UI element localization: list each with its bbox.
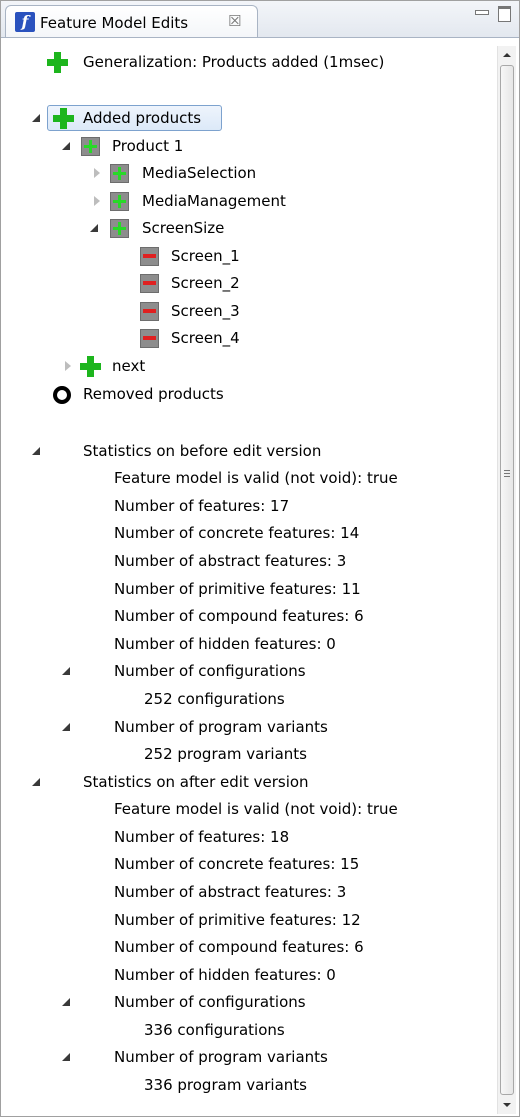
view-tab-bar: f Feature Model Edits ☒ [1, 1, 519, 38]
expanded-arrow-icon[interactable] [62, 723, 70, 731]
stat-configurations: Number of configurations [114, 993, 306, 1011]
add-icon [47, 52, 68, 73]
media-selection-label: MediaSelection [142, 164, 257, 182]
next-label: next [112, 357, 146, 375]
collapsed-arrow-icon[interactable] [94, 168, 100, 178]
scroll-down-arrow-icon[interactable] [498, 1096, 516, 1114]
stat-concrete: Number of concrete features: 14 [114, 524, 360, 542]
stat-primitive: Number of primitive features: 12 [114, 911, 361, 929]
expanded-arrow-icon[interactable] [62, 667, 70, 675]
stat-variants-row[interactable]: Number of program variants [1, 1044, 491, 1070]
screen-label: Screen_3 [171, 302, 240, 320]
tree-row-removed-products[interactable]: Removed products [1, 381, 491, 407]
scroll-up-arrow-icon[interactable] [498, 46, 516, 64]
stat-abstract: Number of abstract features: 3 [114, 552, 347, 570]
stats-after-heading-row[interactable]: Statistics on after edit version [1, 769, 491, 795]
expanded-arrow-icon[interactable] [32, 778, 40, 786]
feature-model-edits-view: f Feature Model Edits ☒ Generalization: … [0, 0, 520, 1117]
collapsed-arrow-icon[interactable] [65, 361, 71, 371]
removed-feature-icon [140, 302, 159, 321]
removed-products-label: Removed products [83, 385, 224, 403]
removed-feature-icon [140, 247, 159, 266]
tree-row-media-selection[interactable]: MediaSelection [1, 160, 491, 186]
stat-abstract: Number of abstract features: 3 [114, 883, 347, 901]
minimize-icon[interactable] [473, 5, 489, 19]
tree-row-generalization[interactable]: Generalization: Products added (1msec) [1, 49, 491, 75]
stat-variants-row[interactable]: Number of program variants [1, 714, 491, 740]
tree-row-screen[interactable]: Screen_4 [1, 325, 491, 351]
expanded-arrow-icon[interactable] [90, 224, 98, 232]
added-feature-icon [110, 192, 129, 211]
tree-row-media-management[interactable]: MediaManagement [1, 188, 491, 214]
stat-compound: Number of compound features: 6 [114, 938, 364, 956]
stat-variants-value: 336 program variants [144, 1076, 307, 1094]
collapsed-arrow-icon[interactable] [94, 196, 100, 206]
added-feature-icon [110, 219, 129, 238]
stat-configurations-value: 336 configurations [144, 1021, 285, 1039]
feature-ide-icon: f [15, 12, 35, 32]
removed-circle-icon [53, 386, 71, 404]
media-management-label: MediaManagement [142, 192, 286, 210]
expanded-arrow-icon[interactable] [62, 1053, 70, 1061]
view-tab[interactable]: f Feature Model Edits ☒ [5, 5, 258, 37]
screen-size-label: ScreenSize [142, 219, 225, 237]
stat-compound: Number of compound features: 6 [114, 607, 364, 625]
stats-before-heading-row[interactable]: Statistics on before edit version [1, 438, 491, 464]
screen-label: Screen_4 [171, 329, 240, 347]
tree-row-screen[interactable]: Screen_2 [1, 270, 491, 296]
expanded-arrow-icon[interactable] [62, 998, 70, 1006]
removed-feature-icon [140, 274, 159, 293]
grip-line [504, 470, 510, 471]
stat-configurations-row[interactable]: Number of configurations [1, 989, 491, 1015]
stat-configurations-value: 252 configurations [144, 690, 285, 708]
stat-primitive: Number of primitive features: 11 [114, 580, 361, 598]
stat-valid: Feature model is valid (not void): true [114, 469, 398, 487]
added-products-label: Added products [83, 109, 202, 127]
added-feature-icon [81, 137, 100, 156]
tree-row-added-products[interactable]: Added products [1, 105, 491, 131]
stat-hidden: Number of hidden features: 0 [114, 635, 336, 653]
vertical-scrollbar[interactable] [497, 46, 516, 1114]
screen-label: Screen_2 [171, 274, 240, 292]
view-title: Feature Model Edits [40, 14, 189, 32]
expanded-arrow-icon[interactable] [62, 142, 70, 150]
expanded-arrow-icon[interactable] [32, 114, 40, 122]
tree-row-next[interactable]: next [1, 353, 491, 379]
stat-variants: Number of program variants [114, 1048, 328, 1066]
product1-label: Product 1 [112, 137, 184, 155]
stats-heading: Statistics on before edit version [83, 442, 322, 460]
stat-configurations-row[interactable]: Number of configurations [1, 658, 491, 684]
stats-heading: Statistics on after edit version [83, 773, 309, 791]
removed-feature-icon [140, 329, 159, 348]
stat-hidden: Number of hidden features: 0 [114, 966, 336, 984]
maximize-icon[interactable] [497, 5, 513, 22]
stat-variants: Number of program variants [114, 718, 328, 736]
grip-line [504, 476, 510, 477]
stat-features: Number of features: 18 [114, 828, 290, 846]
add-icon [80, 356, 101, 377]
generalization-label: Generalization: Products added (1msec) [83, 53, 385, 71]
tree-row-screen-size[interactable]: ScreenSize [1, 215, 491, 241]
close-tab-icon[interactable]: ☒ [228, 12, 241, 30]
added-feature-icon [110, 164, 129, 183]
add-icon [53, 108, 74, 129]
stat-configurations: Number of configurations [114, 662, 306, 680]
grip-line [504, 473, 510, 474]
scrollbar-thumb[interactable] [500, 65, 514, 1095]
stat-variants-value: 252 program variants [144, 745, 307, 763]
stat-valid: Feature model is valid (not void): true [114, 800, 398, 818]
tree-row-screen[interactable]: Screen_3 [1, 298, 491, 324]
tree-row-product1[interactable]: Product 1 [1, 133, 491, 159]
tree-row-screen[interactable]: Screen_1 [1, 243, 491, 269]
screen-label: Screen_1 [171, 247, 240, 265]
stat-features: Number of features: 17 [114, 497, 290, 515]
expanded-arrow-icon[interactable] [32, 447, 40, 455]
stat-concrete: Number of concrete features: 15 [114, 855, 360, 873]
